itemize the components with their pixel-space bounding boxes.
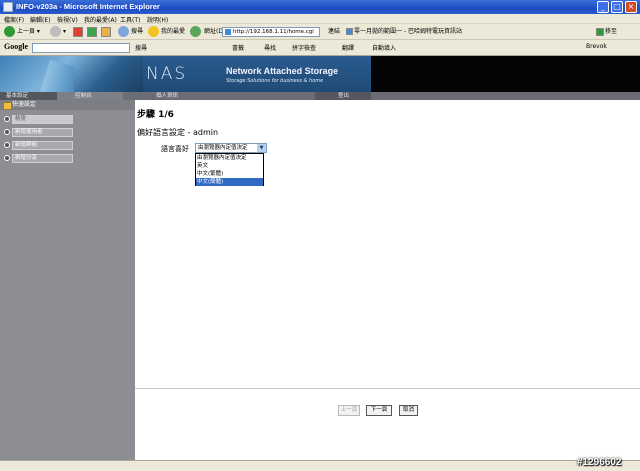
- favorites-label: 我的最愛: [161, 28, 186, 35]
- google-search-button[interactable]: 搜尋: [135, 43, 147, 52]
- forward-button[interactable]: ▾: [50, 26, 66, 38]
- language-option-english[interactable]: 英文: [196, 162, 263, 170]
- refresh-icon: [87, 26, 97, 37]
- favorites-star-icon: [148, 26, 159, 37]
- menu-help[interactable]: 說明(H): [147, 15, 168, 24]
- google-toolbar: Google 搜尋 書籤 尋找 拼字檢查 翻譯 自動填入 Brevok: [0, 40, 640, 56]
- close-window-button[interactable]: ×: [625, 1, 637, 13]
- minimize-button[interactable]: _: [597, 1, 609, 13]
- google-logo: Google: [4, 42, 28, 51]
- language-select-value: 由瀏覽器內定值決定: [198, 145, 248, 151]
- window-title: INFO-v203a - Microsoft Internet Explorer: [16, 2, 160, 11]
- back-arrow-icon: [4, 26, 15, 37]
- sidebar-item-wizard[interactable]: 精靈: [0, 114, 135, 125]
- link-item-label: 零一月拋的範圍一 - 巴哈姆特電玩資訊站: [354, 28, 462, 35]
- nav-tab-basic-settings[interactable]: 基本設定: [6, 92, 28, 100]
- links-label: 連結: [328, 28, 341, 35]
- nav-bar: 基本設定 控制台 個人資訊 登出: [0, 92, 640, 100]
- google-user-account[interactable]: Brevok: [586, 43, 607, 50]
- sidebar: 快速設定 精靈 新增使用者 新增群組 新增分享: [0, 100, 135, 460]
- home-button[interactable]: [101, 26, 112, 38]
- bullet-icon: [4, 155, 10, 161]
- language-option-simplified-chinese[interactable]: 中文(簡體): [196, 178, 263, 186]
- go-button[interactable]: 移至: [596, 26, 617, 38]
- sidebar-item-add-user[interactable]: 新增使用者: [0, 127, 135, 138]
- language-select[interactable]: 由瀏覽器內定值決定 ▼: [195, 143, 267, 153]
- browser-toolbar: 上一頁 ▾ ▾ 搜尋 我的最愛 網址(D) http://192.168.1.1…: [0, 24, 640, 40]
- language-dropdown-list: 由瀏覽器內定值決定 英文 中文(繁體) 中文(簡體): [195, 153, 264, 186]
- cancel-button[interactable]: 取消: [399, 405, 418, 416]
- go-arrow-icon: [596, 27, 604, 36]
- sidebar-item-label: 精靈: [12, 115, 73, 124]
- language-option-traditional-chinese[interactable]: 中文(繁體): [196, 170, 263, 178]
- search-icon: [118, 26, 129, 37]
- sidebar-item-add-share[interactable]: 新增分享: [0, 153, 135, 164]
- menu-tools[interactable]: 工具(T): [120, 15, 140, 24]
- stop-icon: [73, 26, 83, 37]
- prev-button[interactable]: 上一頁: [338, 405, 360, 416]
- menu-view[interactable]: 檢視(V): [57, 15, 78, 24]
- nas-banner: NAS Network Attached Storage Storage Sol…: [0, 56, 640, 92]
- link-item[interactable]: 零一月拋的範圍一 - 巴哈姆特電玩資訊站: [346, 26, 462, 38]
- search-label: 搜尋: [131, 28, 144, 35]
- bullet-icon: [4, 142, 10, 148]
- favorites-button[interactable]: 我的最愛: [148, 26, 185, 38]
- go-label: 移至: [605, 28, 618, 35]
- main-content: 步驟 1/6 偏好語言設定 - admin 語言喜好 由瀏覽器內定值決定 ▼ 由…: [135, 100, 640, 460]
- google-translate-button[interactable]: 翻譯: [342, 43, 354, 52]
- nav-tab-control-panel[interactable]: 控制台: [75, 92, 92, 100]
- google-find-button[interactable]: 尋找: [264, 43, 276, 52]
- menu-file[interactable]: 檔案(F): [4, 15, 24, 24]
- sidebar-item-add-group[interactable]: 新增群組: [0, 140, 135, 151]
- language-label: 語言喜好: [161, 145, 189, 153]
- banner-title: Network Attached Storage: [226, 66, 339, 76]
- menu-bar: 檔案(F) 編輯(E) 檢視(V) 我的最愛(A) 工具(T) 說明(H): [0, 14, 640, 24]
- nav-tab-personal-info[interactable]: 個人資訊: [156, 92, 178, 100]
- back-label: 上一頁: [17, 28, 36, 35]
- nas-logo: NAS: [146, 64, 188, 84]
- sidebar-header: 快速設定: [0, 100, 135, 110]
- step-indicator: 步驟 1/6: [137, 110, 174, 120]
- bullet-icon: [4, 116, 10, 122]
- language-option-browser-default[interactable]: 由瀏覽器內定值決定: [196, 154, 263, 162]
- menu-favorites[interactable]: 我的最愛(A): [84, 15, 117, 24]
- nav-tab-logout[interactable]: 登出: [338, 92, 349, 100]
- content-divider: [135, 388, 640, 389]
- google-bookmarks-button[interactable]: 書籤: [232, 43, 244, 52]
- next-button[interactable]: 下一頁: [366, 405, 392, 416]
- status-bar: [0, 460, 640, 471]
- chevron-down-icon[interactable]: ▼: [257, 144, 266, 152]
- menu-edit[interactable]: 編輯(E): [30, 15, 50, 24]
- home-icon: [101, 26, 111, 37]
- bullet-icon: [4, 129, 10, 135]
- forward-arrow-icon: [50, 26, 61, 37]
- window-title-bar: INFO-v203a - Microsoft Internet Explorer…: [0, 0, 640, 14]
- sidebar-item-label: 新增群組: [12, 141, 73, 150]
- banner-subtitle: Storage Solutions for business & home: [226, 78, 324, 84]
- history-icon: [190, 26, 201, 37]
- history-button[interactable]: [190, 26, 203, 38]
- page-title: 偏好語言設定 - admin: [137, 128, 219, 137]
- sidebar-item-label: 新增使用者: [12, 128, 73, 137]
- sidebar-item-label: 新增分享: [12, 154, 73, 163]
- watermark-text: #1296602: [577, 457, 622, 468]
- maximize-button[interactable]: □: [611, 1, 623, 13]
- google-spellcheck-button[interactable]: 拼字檢查: [292, 43, 316, 52]
- google-autofill-button[interactable]: 自動填入: [372, 43, 396, 52]
- google-search-input[interactable]: [32, 43, 130, 53]
- address-input[interactable]: http://192.168.1.11/home.cgi: [222, 27, 320, 37]
- back-button[interactable]: 上一頁 ▾: [4, 26, 40, 38]
- search-button[interactable]: 搜尋: [118, 26, 143, 38]
- ie-app-icon: [3, 2, 13, 12]
- link-page-icon: [346, 28, 353, 35]
- refresh-button[interactable]: [87, 26, 98, 38]
- stop-button[interactable]: [73, 26, 84, 38]
- banner-building-image: [0, 56, 143, 92]
